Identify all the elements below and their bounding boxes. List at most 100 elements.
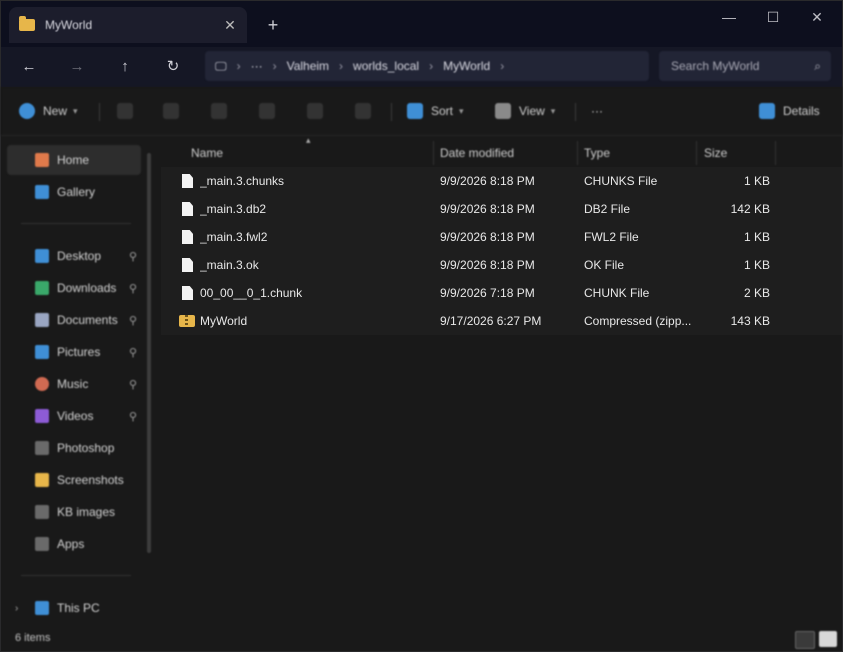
search-box[interactable]: Search MyWorld ⌕: [659, 51, 831, 81]
file-type: FWL2 File: [584, 230, 639, 244]
file-name: MyWorld: [200, 314, 248, 328]
table-row[interactable]: _main.3.ok 9/9/2026 8:18 PM OK File 1 KB: [161, 251, 842, 279]
sidebar-item-gallery[interactable]: Gallery: [7, 177, 141, 207]
close-tab-button[interactable]: ✕: [219, 14, 241, 36]
refresh-button[interactable]: ↻: [159, 55, 187, 79]
sort-label: Sort: [431, 104, 454, 118]
address-bar[interactable]: 🖵 › ··· › Valheim › worlds_local › MyWor…: [205, 51, 649, 81]
file-size: 1 KB: [743, 174, 770, 188]
downloads-icon: [35, 281, 49, 295]
file-type: CHUNKS File: [584, 174, 658, 188]
folder-icon: [35, 505, 49, 519]
column-size[interactable]: Size: [704, 139, 727, 167]
cut-button[interactable]: [117, 101, 141, 121]
copy-icon: [163, 103, 179, 119]
new-button[interactable]: New ▾: [19, 101, 78, 121]
column-separator[interactable]: [577, 141, 578, 165]
file-size: 142 KB: [730, 202, 770, 216]
sidebar-item-label: Documents: [57, 313, 118, 327]
sidebar-item-pictures[interactable]: Pictures ⚲: [7, 337, 141, 367]
chevron-right-icon[interactable]: ›: [500, 59, 504, 73]
new-label: New: [43, 104, 68, 118]
close-window-button[interactable]: ✕: [797, 7, 837, 27]
new-tab-button[interactable]: +: [263, 15, 283, 35]
delete-button[interactable]: [355, 101, 379, 121]
this-pc-icon[interactable]: 🖵: [215, 59, 227, 74]
column-date-modified[interactable]: Date modified: [440, 139, 514, 167]
minimize-button[interactable]: —: [709, 7, 749, 27]
file-date: 9/9/2026 8:18 PM: [440, 174, 535, 188]
file-size: 143 KB: [730, 314, 770, 328]
breadcrumb-worlds-local[interactable]: worlds_local: [353, 59, 419, 73]
divider: [391, 103, 392, 121]
rename-button[interactable]: [259, 101, 283, 121]
sidebar-item-this-pc[interactable]: › This PC: [7, 593, 141, 623]
column-header: ▴ Name Date modified Type Size: [161, 135, 842, 167]
table-row[interactable]: 00_00__0_1.chunk 9/9/2026 7:18 PM CHUNK …: [161, 279, 842, 307]
sidebar-item-documents[interactable]: Documents ⚲: [7, 305, 141, 335]
table-row[interactable]: _main.3.fwl2 9/9/2026 8:18 PM FWL2 File …: [161, 223, 842, 251]
view-button[interactable]: View ▾: [495, 101, 555, 121]
pin-icon: ⚲: [128, 410, 137, 423]
maximize-button[interactable]: ☐: [753, 7, 793, 27]
column-separator[interactable]: [696, 141, 697, 165]
table-row[interactable]: _main.3.chunks 9/9/2026 8:18 PM CHUNKS F…: [161, 167, 842, 195]
breadcrumb-myworld[interactable]: MyWorld: [443, 59, 490, 73]
copy-button[interactable]: [163, 101, 187, 121]
column-separator[interactable]: [433, 141, 434, 165]
sidebar-item-label: Apps: [57, 537, 85, 551]
breadcrumb-overflow[interactable]: ···: [251, 59, 263, 73]
chevron-right-icon: ›: [272, 59, 277, 73]
home-icon: [35, 153, 49, 167]
file-type: CHUNK File: [584, 286, 650, 300]
sort-ascending-icon: ▴: [306, 135, 311, 145]
table-row[interactable]: _main.3.db2 9/9/2026 8:18 PM DB2 File 14…: [161, 195, 842, 223]
sort-button[interactable]: Sort ▾: [407, 101, 464, 121]
sidebar-item-photoshop[interactable]: Photoshop: [7, 433, 141, 463]
view-label: View: [519, 104, 545, 118]
paste-button[interactable]: [211, 101, 235, 121]
sidebar-item-screenshots[interactable]: Screenshots: [7, 465, 141, 495]
file-name: _main.3.chunks: [200, 174, 285, 188]
details-pane-button[interactable]: Details: [759, 101, 820, 121]
sort-icon: [407, 103, 423, 119]
sidebar-item-home[interactable]: Home: [7, 145, 141, 175]
back-button[interactable]: ←: [15, 55, 43, 79]
forward-button[interactable]: →: [63, 55, 91, 79]
documents-icon: [35, 313, 49, 327]
pictures-icon: [35, 345, 49, 359]
up-button[interactable]: ↑: [111, 55, 139, 79]
sidebar-item-kb-images[interactable]: KB images: [7, 497, 141, 527]
item-count: 6 items: [15, 632, 51, 644]
column-separator[interactable]: [775, 141, 776, 165]
sidebar-item-music[interactable]: Music ⚲: [7, 369, 141, 399]
column-type[interactable]: Type: [584, 139, 610, 167]
sidebar-scrollbar[interactable]: [147, 153, 151, 553]
sidebar-item-label: Music: [57, 377, 89, 391]
pin-icon: ⚲: [128, 282, 137, 295]
sidebar-item-downloads[interactable]: Downloads ⚲: [7, 273, 141, 303]
sidebar-item-label: Photoshop: [57, 441, 115, 455]
sidebar-item-label: This PC: [57, 601, 100, 615]
tab-myworld[interactable]: MyWorld ✕: [9, 7, 247, 43]
tab-title: MyWorld: [45, 18, 93, 32]
search-input[interactable]: Search MyWorld: [671, 59, 814, 73]
sidebar-item-label: Pictures: [57, 345, 101, 359]
more-options-button[interactable]: ···: [591, 101, 603, 121]
sidebar-item-desktop[interactable]: Desktop ⚲: [7, 241, 141, 271]
table-row[interactable]: MyWorld 9/17/2026 6:27 PM Compressed (zi…: [161, 307, 842, 335]
tiles-view-button[interactable]: [819, 631, 837, 647]
search-icon: ⌕: [814, 58, 821, 73]
breadcrumb-valheim[interactable]: Valheim: [287, 59, 329, 73]
chevron-right-icon[interactable]: ›: [15, 603, 18, 614]
sidebar-item-label: Screenshots: [57, 473, 124, 487]
status-bar: 6 items: [1, 627, 842, 651]
sidebar-item-apps[interactable]: Apps: [7, 529, 141, 559]
share-button[interactable]: [307, 101, 331, 121]
chevron-down-icon: ▾: [73, 105, 78, 116]
sidebar-item-videos[interactable]: Videos ⚲: [7, 401, 141, 431]
details-view-button[interactable]: [795, 631, 815, 649]
file-date: 9/9/2026 8:18 PM: [440, 230, 535, 244]
sidebar-item-label: Gallery: [57, 185, 96, 199]
column-name[interactable]: Name: [191, 139, 223, 167]
